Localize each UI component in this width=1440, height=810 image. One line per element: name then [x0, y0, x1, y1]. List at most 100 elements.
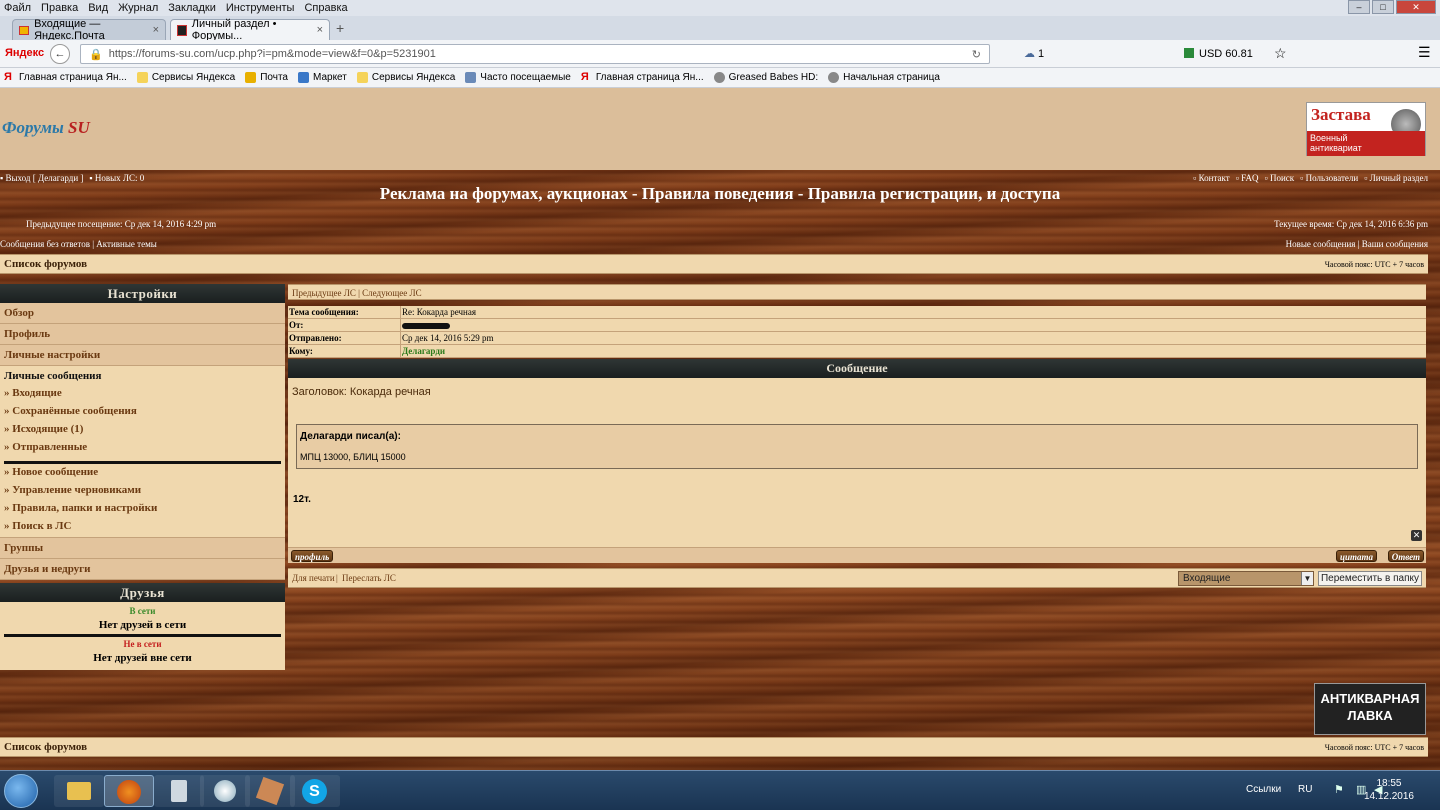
- skype-taskbar-icon[interactable]: S: [290, 775, 340, 807]
- tray-flag-icon[interactable]: ⚑: [1334, 783, 1344, 796]
- faq-link[interactable]: ▫ FAQ: [1236, 173, 1259, 183]
- sidebar-item-pm-search[interactable]: » Поиск в ЛС: [4, 520, 281, 538]
- delete-icon[interactable]: ✕: [1411, 530, 1422, 541]
- recipient-link[interactable]: Делагарди: [401, 345, 1426, 357]
- folder-select[interactable]: Входящие ▼: [1178, 571, 1314, 586]
- message-subject: Заголовок: Кокарда речная: [292, 386, 431, 398]
- zastava-ad-banner[interactable]: Застава Военный антиквариат: [1306, 102, 1426, 156]
- antique-shop-ad[interactable]: АНТИКВАРНАЯ ЛАВКА: [1314, 683, 1426, 735]
- sidebar-item-overview[interactable]: Обзор: [0, 303, 285, 324]
- search-link[interactable]: ▫ Поиск: [1265, 173, 1295, 183]
- members-link[interactable]: ▫ Пользователи: [1300, 173, 1358, 183]
- paint-taskbar-icon[interactable]: [200, 775, 250, 807]
- quote-button[interactable]: цитата: [1335, 550, 1377, 562]
- weather-icon[interactable]: ☁: [1024, 47, 1035, 60]
- bookmark-item[interactable]: Сервисы Яндекса: [136, 72, 235, 83]
- system-clock[interactable]: 18:55 14.12.2016: [1364, 777, 1414, 803]
- close-window-button[interactable]: ✕: [1396, 0, 1436, 14]
- currency-icon: [1184, 48, 1194, 58]
- close-tab-icon[interactable]: ×: [317, 24, 323, 36]
- your-posts-link[interactable]: Ваши сообщения: [1362, 239, 1428, 249]
- quick-links-right: Новые сообщения | Ваши сообщения: [1285, 239, 1428, 249]
- profile-button[interactable]: профиль: [291, 550, 334, 562]
- menu-tools[interactable]: Инструменты: [226, 2, 295, 14]
- bookmark-item[interactable]: Начальная страница: [828, 72, 940, 83]
- bookmark-item[interactable]: Я Главная страница Ян...: [581, 72, 704, 84]
- print-link[interactable]: Для печати: [292, 573, 335, 583]
- tab-yandex-mail[interactable]: Входящие — Яндекс.Почта ×: [12, 18, 166, 42]
- rules-banner[interactable]: Реклама на форумах, аукционах - Правила …: [0, 184, 1440, 204]
- start-button[interactable]: [4, 774, 38, 808]
- minimize-button[interactable]: –: [1348, 0, 1370, 14]
- url-text: https://forums-su.com/ucp.php?i=pm&mode=…: [108, 48, 436, 60]
- links-toolbar[interactable]: Ссылки: [1246, 784, 1281, 795]
- reload-icon[interactable]: ↻: [972, 48, 981, 61]
- sidebar-item-saved[interactable]: » Сохранённые сообщения: [4, 405, 281, 423]
- close-tab-icon[interactable]: ×: [153, 24, 159, 36]
- reply-button[interactable]: Ответ: [1387, 550, 1424, 562]
- windows-taskbar: S Ссылки RU ⚑ ▥ ◀ 18:55 14.12.2016: [0, 770, 1440, 810]
- bookmark-item[interactable]: Сервисы Яндекса: [356, 72, 455, 83]
- sidebar-item-friends-foes[interactable]: Друзья и недруги: [0, 559, 285, 580]
- back-arrow-icon[interactable]: ←: [50, 44, 70, 64]
- sidebar-item-drafts[interactable]: » Управление черновиками: [4, 484, 281, 502]
- app-taskbar-icon[interactable]: [245, 775, 295, 807]
- language-indicator[interactable]: RU: [1298, 784, 1312, 795]
- hamburger-menu-icon[interactable]: ☰: [1418, 44, 1431, 61]
- url-bar[interactable]: 🔒 https://forums-su.com/ucp.php?i=pm&mod…: [80, 44, 990, 64]
- menu-file[interactable]: Файл: [4, 2, 31, 14]
- new-tab-button[interactable]: +: [336, 20, 344, 36]
- forum-index-link[interactable]: Список форумов: [4, 741, 87, 753]
- bookmark-item[interactable]: Часто посещаемые: [465, 72, 571, 83]
- firefox-taskbar-icon[interactable]: [104, 775, 154, 807]
- from-value[interactable]: [401, 319, 1426, 331]
- quote-block: Делагарди писал(а): МПЦ 13000, БЛИЦ 1500…: [296, 424, 1418, 469]
- menu-help[interactable]: Справка: [304, 2, 347, 14]
- menu-history[interactable]: Журнал: [118, 2, 158, 14]
- forum-index-link[interactable]: Список форумов: [4, 258, 87, 270]
- sidebar-item-inbox[interactable]: » Входящие: [4, 387, 281, 405]
- new-posts-link[interactable]: Новые сообщения: [1286, 239, 1356, 249]
- currency-rate[interactable]: USD 60.81: [1199, 48, 1253, 60]
- calculator-taskbar-icon[interactable]: [154, 775, 204, 807]
- contact-link[interactable]: ▫ Контакт: [1193, 173, 1230, 183]
- menu-view[interactable]: Вид: [88, 2, 108, 14]
- active-topics-link[interactable]: Активные темы: [96, 239, 157, 249]
- menu-bar: Файл Правка Вид Журнал Закладки Инструме…: [0, 0, 1440, 16]
- offline-label: Не в сети: [123, 639, 162, 649]
- forward-link[interactable]: Переслать ЛС: [342, 573, 396, 583]
- menu-bookmarks[interactable]: Закладки: [168, 2, 216, 14]
- bookmark-item[interactable]: Я Главная страница Ян...: [4, 72, 127, 84]
- sidebar-item-options[interactable]: » Правила, папки и настройки: [4, 502, 281, 520]
- maximize-button[interactable]: □: [1372, 0, 1394, 14]
- link-label: Контакт: [1198, 173, 1230, 183]
- bookmark-item[interactable]: Маркет: [298, 72, 347, 83]
- explorer-taskbar-icon[interactable]: [54, 775, 104, 807]
- noreply-link[interactable]: Сообщения без ответов: [0, 239, 90, 249]
- ad-line: АНТИКВАРНАЯ: [1320, 691, 1420, 706]
- next-pm-link[interactable]: Следующее ЛС: [362, 288, 421, 298]
- friends-header: Друзья: [0, 583, 285, 602]
- star-icon[interactable]: ☆: [1274, 45, 1287, 62]
- new-pm-link[interactable]: ▪ Новых ЛС: 0: [89, 173, 144, 183]
- move-to-folder-button[interactable]: Переместить в папку: [1318, 571, 1422, 586]
- bookmark-item[interactable]: Greased Babes HD:: [713, 72, 818, 83]
- sidebar-item-groups[interactable]: Группы: [0, 538, 285, 559]
- ucp-link[interactable]: ▫ Личный раздел: [1364, 173, 1428, 183]
- sidebar-item-sent[interactable]: » Отправленные: [4, 441, 281, 459]
- bookmark-item[interactable]: Почта: [245, 72, 288, 83]
- prev-pm-link[interactable]: Предыдущее ЛС: [292, 288, 356, 298]
- yandex-logo[interactable]: Яндекс: [5, 47, 44, 59]
- site-header: [0, 88, 1440, 170]
- sidebar-item-preferences[interactable]: Личные настройки: [0, 345, 285, 366]
- forum-favicon-icon: [177, 24, 187, 36]
- tab-forum[interactable]: Личный раздел • Форумы... ×: [170, 18, 330, 42]
- menu-edit[interactable]: Правка: [41, 2, 78, 14]
- sidebar-item-compose[interactable]: » Новое сообщение: [4, 466, 281, 484]
- tab-label: Входящие — Яндекс.Почта: [34, 18, 105, 42]
- logout-link[interactable]: ▪ Выход [ Делагарди ]: [0, 173, 83, 183]
- sidebar-item-outbox[interactable]: » Исходящие (1): [4, 423, 281, 441]
- site-logo[interactable]: Форумы SU: [2, 118, 90, 138]
- sidebar-item-profile[interactable]: Профиль: [0, 324, 285, 345]
- lock-icon: 🔒: [89, 48, 103, 61]
